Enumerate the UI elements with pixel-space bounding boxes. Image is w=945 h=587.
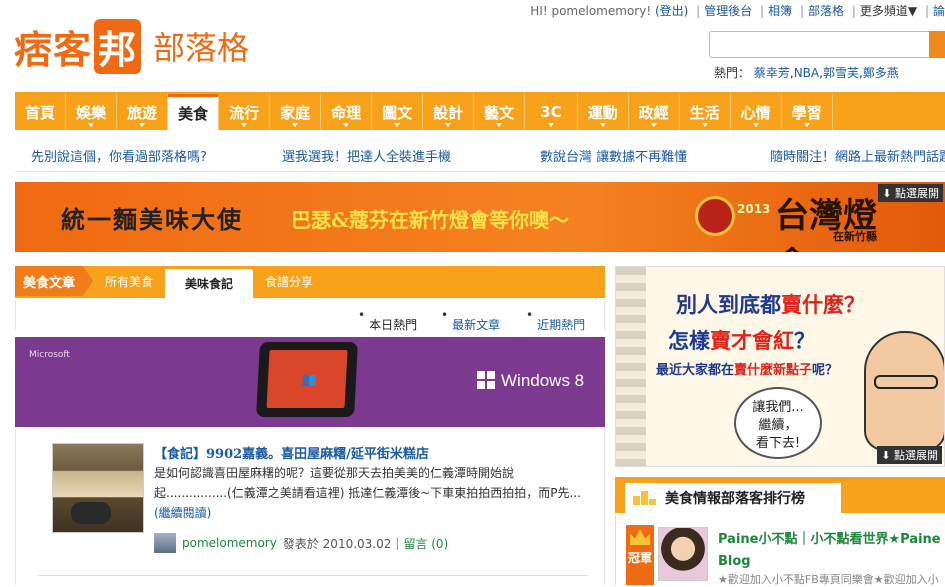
publish-date: 發表於 2010.03.02	[282, 536, 392, 551]
article-meta: pomelomemory 發表於 2010.03.02 | 留言 (0)	[154, 533, 448, 553]
article-thumbnail[interactable]	[52, 443, 144, 533]
nav-family[interactable]: 家庭	[270, 94, 322, 130]
top-links: HI! pomelomemory! (登出) | 管理後台 | 相簿 | 部落格 | 更…	[530, 4, 945, 18]
hot-keywords: 熱門： 蔡幸芳,NBA,郭雪芙,鄭多燕	[714, 66, 899, 80]
lantern-icon	[695, 196, 735, 236]
site-logo[interactable]: 痞客邦 部落格	[14, 18, 250, 74]
nav-fashion[interactable]: 流行	[219, 94, 271, 130]
blog-link[interactable]: 部落格	[808, 4, 844, 18]
promo-link[interactable]: 隨時關注！網路上最新熱門話題	[770, 146, 945, 165]
cartoon-face	[864, 331, 944, 451]
banner-title: 統一麵美味大使	[61, 205, 243, 234]
category-label: 美食文章	[15, 266, 94, 296]
album-link[interactable]: 相簿	[768, 4, 792, 18]
nav-sports[interactable]: 運動	[578, 94, 629, 130]
ranking-header: 美食情報部落客排行榜	[615, 477, 945, 513]
nav-mood[interactable]: 心情	[731, 94, 782, 130]
ad-line-1: 別人到底都賣什麼？	[676, 292, 865, 317]
nav-travel[interactable]: 旅遊	[117, 94, 169, 130]
tab-recipes[interactable]: 食譜分享	[253, 266, 325, 296]
logo-mark: 痞客邦	[14, 18, 142, 74]
banner-subtitle: 巴瑟&蔻芬在新竹燈會等你噢～	[291, 208, 570, 232]
nav-entertainment[interactable]: 娛樂	[66, 94, 118, 130]
forum-link[interactable]: 論	[933, 4, 945, 18]
hot-keyword[interactable]: 鄭多燕	[863, 66, 899, 80]
expand-button[interactable]: ⬇ 點選展開	[878, 184, 943, 202]
hot-keyword[interactable]: NBA	[794, 66, 819, 80]
tablet-image: 👥	[256, 342, 358, 417]
ranking-list: 冠軍 Paine小不點｜小不點看世界★Paine Blog ★歡迎加入小不點FB…	[615, 515, 945, 586]
article-title[interactable]: 【食記】9902嘉義。喜田屋麻糬/延平街米糕店	[154, 443, 429, 462]
author-name[interactable]: pomelomemory	[182, 536, 277, 550]
banner-ad[interactable]: 統一麵美味大使 巴瑟&蔻芬在新竹燈會等你噢～ 2013 台灣燈會 在新竹縣 ⬇ …	[15, 182, 945, 252]
promo-links: 先別說這個，你看過部落格嗎? 選我選我！把達人全裝進手機 數說台灣 讓數據不再難…	[15, 132, 945, 172]
nav-learning[interactable]: 學習	[782, 94, 833, 130]
windows-flag-icon	[477, 371, 495, 389]
nav-politics[interactable]: 政經	[629, 94, 680, 130]
nav-illustration[interactable]: 圖文	[372, 94, 424, 130]
promo-link[interactable]: 選我選我！把達人全裝進手機	[282, 146, 451, 165]
admin-link[interactable]: 管理後台	[704, 4, 752, 18]
windows-logo: Windows 8	[477, 371, 584, 391]
lantern-festival-logo: 2013 台灣燈會 在新竹縣	[685, 188, 885, 252]
hot-keyword[interactable]: 郭雪芙	[823, 66, 859, 80]
ad-line-2: 怎樣賣才會紅？	[668, 328, 815, 353]
blogger-name[interactable]: Paine小不點｜小不點看世界★Paine Blog	[718, 529, 945, 573]
windows-ad[interactable]: Microsoft 👥 Windows 8	[15, 337, 605, 427]
more-channels-link[interactable]: 更多頻道▼	[860, 4, 917, 18]
nav-3c[interactable]: 3C	[525, 94, 578, 130]
ranking-title: 美食情報部落客排行榜	[665, 491, 805, 507]
nav-design[interactable]: 設計	[423, 94, 475, 130]
nav-food[interactable]: 美食	[168, 94, 220, 130]
header: 痞客邦 部落格 HI! pomelomemory! (登出) | 管理後台 | 相簿…	[0, 0, 945, 92]
search-input[interactable]	[709, 31, 945, 58]
nav-home[interactable]: 首頁	[15, 94, 67, 130]
hot-label: 熱門：	[714, 66, 751, 80]
speech-bubble: 讓我們... 繼續， 看下去!	[734, 387, 822, 459]
promo-link[interactable]: 數說台灣 讓數據不再難懂	[540, 146, 687, 165]
logout-link[interactable]: (登出)	[655, 4, 688, 18]
article-excerpt: 是如何認識喜田屋麻糬的呢？這要從那天去拍美美的仁義潭時開始說起.........…	[154, 466, 581, 520]
nav-fortune[interactable]: 命理	[321, 94, 373, 130]
nav-arts[interactable]: 藝文	[474, 94, 526, 130]
hot-keyword[interactable]: 蔡幸芳	[754, 66, 790, 80]
sort-latest[interactable]: • 最新文章	[441, 308, 500, 332]
ad-line-3: 最近大家都在賣什麼新點子呢？	[656, 363, 839, 378]
read-more-link[interactable]: (繼續閱讀)	[154, 506, 211, 520]
author-avatar[interactable]	[154, 533, 176, 553]
champion-badge: 冠軍	[626, 525, 654, 585]
promo-link[interactable]: 先別說這個，你看過部落格嗎?	[31, 146, 207, 165]
expand-button[interactable]: ⬇ 點選展開	[877, 446, 942, 464]
tab-all-food[interactable]: 所有美食	[93, 266, 165, 296]
comments-link[interactable]: 留言 (0)	[403, 535, 448, 552]
blogger-avatar[interactable]	[658, 527, 708, 581]
food-tabs: 美食文章 所有美食 美味食記 食譜分享	[15, 266, 605, 298]
sort-recent-hot[interactable]: • 近期熱門	[526, 308, 585, 332]
nav-life[interactable]: 生活	[680, 94, 731, 130]
sort-options: • 本日熱門 • 最新文章 • 近期熱門	[15, 300, 605, 332]
tab-food-reviews[interactable]: 美味食記	[165, 266, 254, 298]
search-button[interactable]	[929, 31, 945, 58]
main-nav: 首頁 娛樂 旅遊 美食 流行 家庭 命理 圖文 設計 藝文 3C 運動 政經 生…	[15, 92, 945, 130]
logo-subtitle: 部落格	[153, 29, 250, 67]
microsoft-logo: Microsoft	[29, 350, 70, 360]
people-icon: 👥	[301, 372, 318, 386]
article-item: 【食記】9902嘉義。喜田屋麻糬/延平街米糕店 是如何認識喜田屋麻糬的呢？這要從…	[15, 427, 605, 585]
side-ad[interactable]: 別人到底都賣什麼？ 怎樣賣才會紅？ 最近大家都在賣什麼新點子呢？ 讓我們... …	[615, 266, 945, 467]
sort-today-hot[interactable]: • 本日熱門	[358, 308, 417, 332]
podium-icon	[633, 491, 659, 505]
user-greeting: HI! pomelomemory!	[530, 4, 652, 18]
